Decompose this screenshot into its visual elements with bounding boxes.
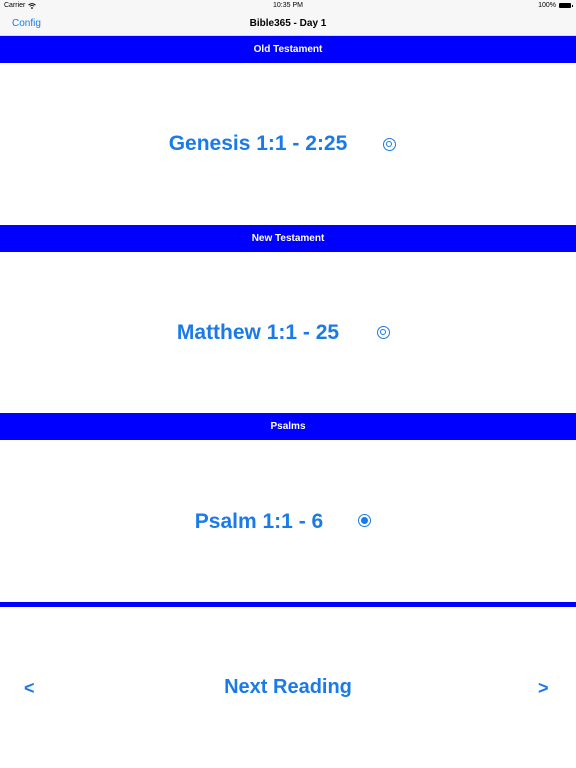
reading-link-psalms[interactable]: Psalm 1:1 - 6 [195, 510, 323, 534]
radio-new-testament[interactable] [377, 326, 390, 339]
page-title: Bible365 - Day 1 [249, 18, 327, 29]
status-bar: Carrier 10:35 PM 100% [0, 0, 576, 14]
battery-icon [559, 3, 573, 8]
section-header-old-testament: Old Testament [0, 36, 576, 63]
footer-divider [0, 602, 576, 607]
radio-inner-icon [360, 516, 368, 524]
next-day-button[interactable]: > [538, 678, 549, 699]
section-header-psalms: Psalms [0, 413, 576, 440]
battery-percent: 100% [538, 2, 556, 9]
section-header-new-testament: New Testament [0, 225, 576, 252]
reading-row-old-testament: Genesis 1:1 - 2:25 [0, 63, 576, 225]
reading-link-old-testament[interactable]: Genesis 1:1 - 2:25 [169, 132, 348, 156]
radio-inner-icon [380, 329, 386, 335]
navigation-bar: Config Bible365 - Day 1 [0, 14, 576, 36]
status-time: 10:35 PM [273, 2, 303, 9]
reading-link-new-testament[interactable]: Matthew 1:1 - 25 [177, 321, 339, 345]
next-reading-button[interactable]: Next Reading [224, 676, 352, 699]
previous-day-button[interactable]: < [24, 678, 35, 699]
radio-old-testament[interactable] [383, 138, 396, 151]
reading-row-new-testament: Matthew 1:1 - 25 [0, 252, 576, 413]
reading-row-psalms: Psalm 1:1 - 6 [0, 440, 576, 602]
radio-inner-icon [386, 141, 392, 147]
status-right: 100% [538, 2, 573, 9]
radio-psalms[interactable] [358, 514, 371, 527]
